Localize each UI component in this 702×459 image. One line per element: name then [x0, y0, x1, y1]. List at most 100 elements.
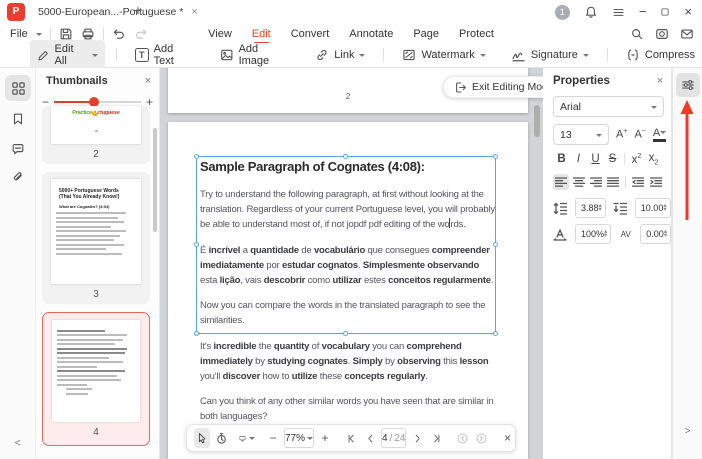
selection-handle[interactable] [343, 154, 348, 159]
save-icon[interactable] [59, 27, 73, 41]
menu-annotate[interactable]: Annotate [349, 28, 393, 40]
exit-editing-mode-button[interactable]: Exit Editing Mode [443, 76, 543, 98]
italic-button[interactable]: I [570, 153, 587, 165]
hand-tool-button[interactable] [213, 428, 229, 448]
selection-handle[interactable] [194, 154, 199, 159]
font-color-button[interactable]: A [653, 128, 666, 142]
underline-button[interactable]: U [587, 153, 604, 165]
line-spacing-input[interactable]: 3.88 ▴▾ [575, 198, 606, 218]
tab-close-icon[interactable]: × [191, 6, 197, 18]
zoom-level-select[interactable]: 77% [284, 428, 314, 448]
select-tool-button[interactable] [194, 428, 210, 448]
text-selection-box[interactable] [196, 156, 496, 334]
left-sidebar-strip: < [0, 68, 36, 459]
justify-button[interactable] [605, 174, 621, 190]
maximize-button[interactable] [660, 7, 670, 17]
selection-handle[interactable] [493, 331, 498, 336]
bold-button[interactable]: B [553, 153, 570, 165]
presentation-mode-button[interactable] [239, 428, 255, 448]
selection-handle[interactable] [194, 331, 199, 336]
previous-page-button[interactable] [362, 428, 378, 448]
redo-icon[interactable] [134, 27, 148, 41]
divider [383, 48, 384, 62]
increase-font-button[interactable]: A+ [616, 128, 627, 141]
increase-indent-button[interactable] [648, 174, 664, 190]
bookmarks-panel-button[interactable] [5, 106, 31, 132]
stepper-arrows[interactable]: ▴▾ [599, 204, 602, 213]
file-menu[interactable]: File [10, 28, 28, 40]
zoom-out-button[interactable]: − [265, 428, 281, 448]
zoom-in-button[interactable]: + [317, 428, 333, 448]
attachments-panel-button[interactable] [5, 164, 31, 190]
font-size-select[interactable]: 13 [553, 124, 609, 145]
link-button[interactable]: Link [308, 45, 372, 65]
document-tab[interactable]: 5000-European...-Portuguese * × [32, 0, 204, 24]
minimize-button[interactable]: − [639, 0, 647, 24]
hamburger-menu-icon[interactable] [612, 6, 625, 19]
view-back-button[interactable] [454, 428, 470, 448]
page-number-input[interactable]: 4 / 24 [381, 428, 406, 448]
view-forward-button[interactable] [473, 428, 489, 448]
view-toolbar-close-button[interactable]: × [499, 428, 515, 448]
superscript-button[interactable]: x2 [628, 153, 645, 166]
paragraph-spacing-input[interactable]: 10.00 ▴▾ [635, 198, 671, 218]
mail-icon[interactable] [680, 27, 694, 41]
first-page-button[interactable] [343, 428, 359, 448]
menu-convert[interactable]: Convert [291, 28, 330, 40]
new-tab-button[interactable]: + [128, 2, 148, 18]
collapse-panel-arrow[interactable]: < [0, 438, 35, 449]
text-icon: T [135, 48, 149, 62]
thumbnails-close-icon[interactable]: × [145, 75, 151, 87]
align-center-button[interactable] [570, 174, 586, 190]
next-page-button[interactable] [409, 428, 425, 448]
window-close-button[interactable]: × [684, 0, 692, 24]
char-spacing-input[interactable]: 0.00 ▴▾ [640, 224, 671, 244]
char-scale-input[interactable]: 100% ▴▾ [575, 224, 611, 244]
menu-edit[interactable]: Edit [252, 28, 271, 40]
bell-icon[interactable] [584, 5, 598, 19]
expand-panel-arrow[interactable]: > [673, 426, 702, 437]
signature-button[interactable]: Signature [504, 45, 596, 66]
divider [103, 27, 104, 40]
font-family-select[interactable]: Arial [553, 96, 664, 117]
strikethrough-button[interactable]: S [604, 153, 621, 165]
screenshot-icon[interactable] [655, 27, 669, 41]
line-spacing-icon [553, 202, 568, 215]
decrease-font-button[interactable]: A− [634, 128, 645, 141]
add-text-button[interactable]: T Add Text [128, 40, 202, 70]
menu-view[interactable]: View [208, 28, 232, 40]
menu-page[interactable]: Page [413, 28, 439, 40]
selection-handle[interactable] [493, 154, 498, 159]
thumbnails-scrollbar[interactable] [153, 128, 157, 232]
view-toolbar: − 77% + 4 / 24 [186, 424, 516, 452]
thumbnails-panel-button[interactable] [5, 75, 31, 101]
add-image-button[interactable]: Add Image [213, 40, 297, 70]
search-icon[interactable] [630, 27, 644, 41]
selection-handle[interactable] [194, 242, 199, 247]
menu-protect[interactable]: Protect [459, 28, 494, 40]
thumbnail-page-3[interactable]: 5000+ Portuguese Words (That You Already… [42, 172, 150, 304]
watermark-button[interactable]: Watermark [395, 45, 492, 65]
stepper-arrows[interactable]: ▴▾ [663, 204, 666, 213]
edit-all-button[interactable]: Edit All [30, 40, 105, 70]
stepper-arrows[interactable]: ▴▾ [604, 230, 607, 239]
properties-toggle-button[interactable] [676, 73, 700, 97]
print-icon[interactable] [81, 27, 95, 41]
last-page-button[interactable] [428, 428, 444, 448]
account-badge[interactable]: 1 [555, 5, 570, 20]
undo-icon[interactable] [112, 27, 126, 41]
properties-close-icon[interactable]: × [657, 75, 663, 87]
slider-track[interactable] [54, 101, 141, 103]
comments-panel-button[interactable] [5, 136, 31, 162]
subscript-button[interactable]: x2 [645, 152, 662, 166]
thumbnail-page-4-selected[interactable]: 4 [42, 312, 150, 446]
selection-handle[interactable] [343, 331, 348, 336]
decrease-indent-button[interactable] [630, 174, 646, 190]
thumbnail-page-2[interactable]: PracticeOrtuguese 2 [42, 106, 150, 164]
align-right-button[interactable] [588, 174, 604, 190]
selection-handle[interactable] [493, 242, 498, 247]
align-left-button[interactable] [553, 174, 569, 190]
stepper-arrows[interactable]: ▴▾ [664, 230, 667, 239]
compress-button[interactable]: Compress [619, 45, 702, 65]
document-scrollbar[interactable] [534, 105, 540, 137]
